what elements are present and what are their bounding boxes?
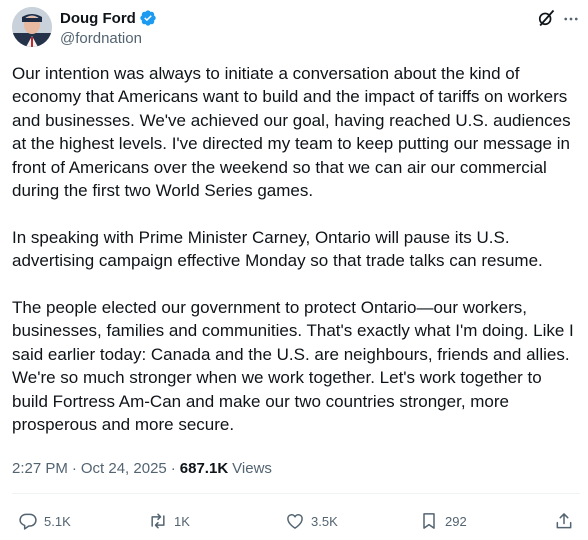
bookmark-count: 292 [445,513,467,529]
share-button[interactable] [554,508,574,534]
like-icon [287,514,303,529]
views-label: Views [232,460,272,477]
tweet-time[interactable]: 2:27 PM [12,460,68,477]
retweet-icon [151,513,165,529]
reply-button[interactable]: 5.1K [18,508,71,534]
avatar[interactable] [12,7,52,47]
grok-icon[interactable] [536,8,556,28]
like-button[interactable]: 3.5K [285,508,338,534]
retweet-button[interactable]: 1K [148,508,190,534]
author-name[interactable]: Doug Ford [60,10,136,27]
bookmark-button[interactable]: 292 [419,508,467,534]
divider [12,493,580,494]
bookmark-icon [423,513,435,529]
views-count[interactable]: 687.1K [180,460,228,477]
action-bar: 5.1K 1K 3.5K 292 [12,508,580,534]
meta-separator: · [170,460,176,477]
tweet-text: Our intention was always to initiate a c… [12,62,582,436]
author-block: Doug Ford @fordnation [60,8,157,47]
tweet-paragraph: In speaking with Prime Minister Carney, … [12,227,543,271]
meta-separator: · [71,460,77,477]
reply-count: 5.1K [44,513,71,529]
tweet-meta: 2:27 PM · Oct 24, 2025 · 687.1K Views [12,460,272,477]
reply-icon [19,513,37,530]
verified-badge-icon [140,10,156,26]
tweet-header: Doug Ford @fordnation [12,7,580,49]
more-icon[interactable] [562,10,580,28]
tweet-date[interactable]: Oct 24, 2025 [81,460,167,477]
avatar-image [12,7,52,47]
author-handle[interactable]: @fordnation [60,30,157,47]
share-icon [556,513,572,529]
like-count: 3.5K [311,513,338,529]
tweet-paragraph: Our intention was always to initiate a c… [12,64,571,201]
retweet-count: 1K [174,513,190,529]
tweet-paragraph: The people elected our government to pro… [12,298,574,435]
